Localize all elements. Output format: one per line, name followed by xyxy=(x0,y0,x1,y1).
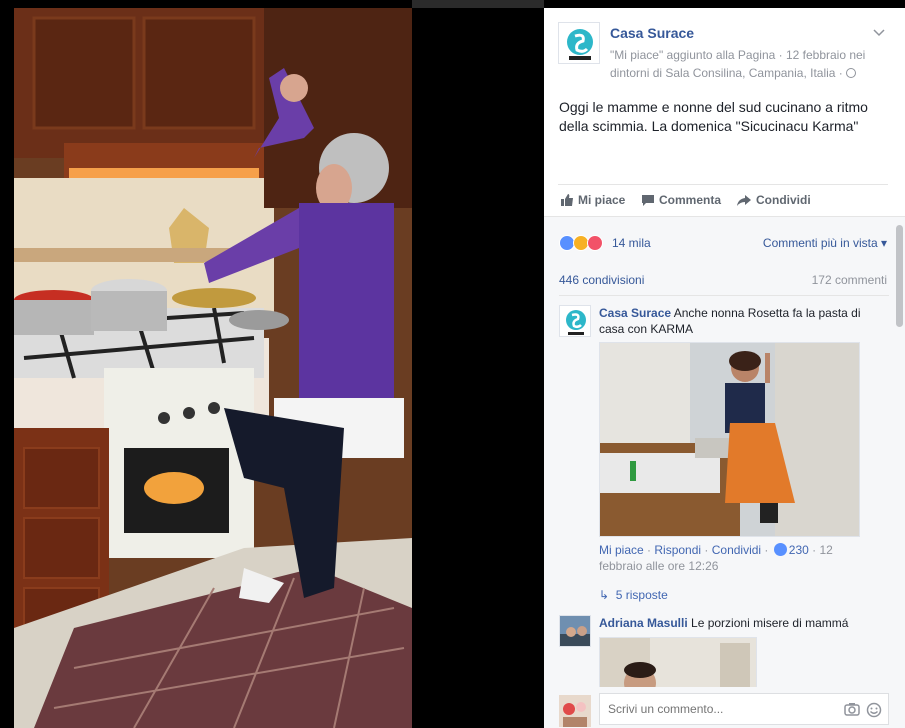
comment-input-box[interactable] xyxy=(599,693,889,725)
page-avatar[interactable] xyxy=(558,22,600,64)
comment-sort-dropdown[interactable]: Commenti più in vista ▾ xyxy=(763,236,887,250)
comment-avatar[interactable] xyxy=(559,615,591,647)
reply-arrow-icon: ↳ xyxy=(599,588,610,602)
comments-count[interactable]: 172 commenti xyxy=(812,273,887,287)
post-panel: Casa Surace "Mi piace" aggiunto alla Pag… xyxy=(544,8,905,728)
comment-share-link[interactable]: Condividi xyxy=(712,543,761,557)
comment-item: Adriana Masulli Le porzioni misere di ma… xyxy=(559,615,889,687)
post-photo[interactable] xyxy=(14,8,412,728)
comment-like-link[interactable]: Mi piace xyxy=(599,543,644,557)
comment-avatar[interactable] xyxy=(559,305,591,337)
post-text: Oggi le mamme e nonne del sud cucinano a… xyxy=(559,99,868,134)
comment-meta: Mi piace · Rispondi · Condividi · 230 · … xyxy=(599,543,833,573)
comment-text: Le porzioni misere di mammá xyxy=(691,616,849,630)
like-button[interactable]: Mi piace xyxy=(560,193,625,207)
comment-like-count[interactable]: 230 xyxy=(789,543,809,557)
comment-composer xyxy=(544,687,905,728)
share-label: Condividi xyxy=(756,193,811,207)
post-header: Casa Surace "Mi piace" aggiunto alla Pag… xyxy=(544,8,905,88)
globe-icon xyxy=(845,68,856,78)
comment-button[interactable]: Commenta xyxy=(641,193,721,207)
post-actions: Mi piace Commenta Condividi xyxy=(558,184,888,216)
view-replies-link[interactable]: ↳ 5 risposte xyxy=(599,588,668,602)
post-meta: "Mi piace" aggiunto alla Pagina · 12 feb… xyxy=(610,46,872,82)
comment-author[interactable]: Adriana Masulli xyxy=(599,616,688,630)
comment-input[interactable] xyxy=(608,702,828,716)
post-meta-text: "Mi piace" aggiunto alla Pagina · 12 feb… xyxy=(610,48,866,80)
shares-link[interactable]: 446 condivisioni xyxy=(559,273,644,287)
like-label: Mi piace xyxy=(578,193,626,207)
comment-reply-link[interactable]: Rispondi xyxy=(654,543,701,557)
love-reaction-icon xyxy=(587,235,603,251)
like-count-icon xyxy=(773,543,787,556)
comment-label: Commenta xyxy=(659,193,722,207)
camera-icon[interactable] xyxy=(844,702,860,721)
background-strip xyxy=(412,0,544,8)
page-name-link[interactable]: Casa Surace xyxy=(610,25,694,41)
comments-section: 14 mila Commenti più in vista ▾ 446 cond… xyxy=(544,216,905,728)
divider xyxy=(559,295,889,296)
comment-photo[interactable] xyxy=(599,342,860,537)
comment-icon xyxy=(641,194,655,207)
share-arrow-icon xyxy=(736,194,752,207)
comment-body: Adriana Masulli Le porzioni misere di ma… xyxy=(599,615,889,631)
emoji-icon[interactable] xyxy=(866,702,882,723)
comment-photo[interactable] xyxy=(599,637,757,687)
replies-count: 5 risposte xyxy=(615,588,668,602)
comment-body: Casa Surace Anche nonna Rosetta fa la pa… xyxy=(599,305,889,337)
reaction-count: 14 mila xyxy=(612,236,651,250)
photo-viewer xyxy=(0,0,544,728)
thumbs-up-icon xyxy=(560,193,574,207)
comment-author[interactable]: Casa Surace xyxy=(599,306,671,320)
user-avatar xyxy=(559,695,591,727)
chevron-down-icon[interactable] xyxy=(873,26,885,40)
reactions-summary[interactable]: 14 mila Commenti più in vista ▾ xyxy=(559,233,889,253)
share-button[interactable]: Condividi xyxy=(736,193,811,207)
comment-item: Casa Surace Anche nonna Rosetta fa la pa… xyxy=(559,305,889,605)
scrollbar[interactable] xyxy=(896,225,903,327)
